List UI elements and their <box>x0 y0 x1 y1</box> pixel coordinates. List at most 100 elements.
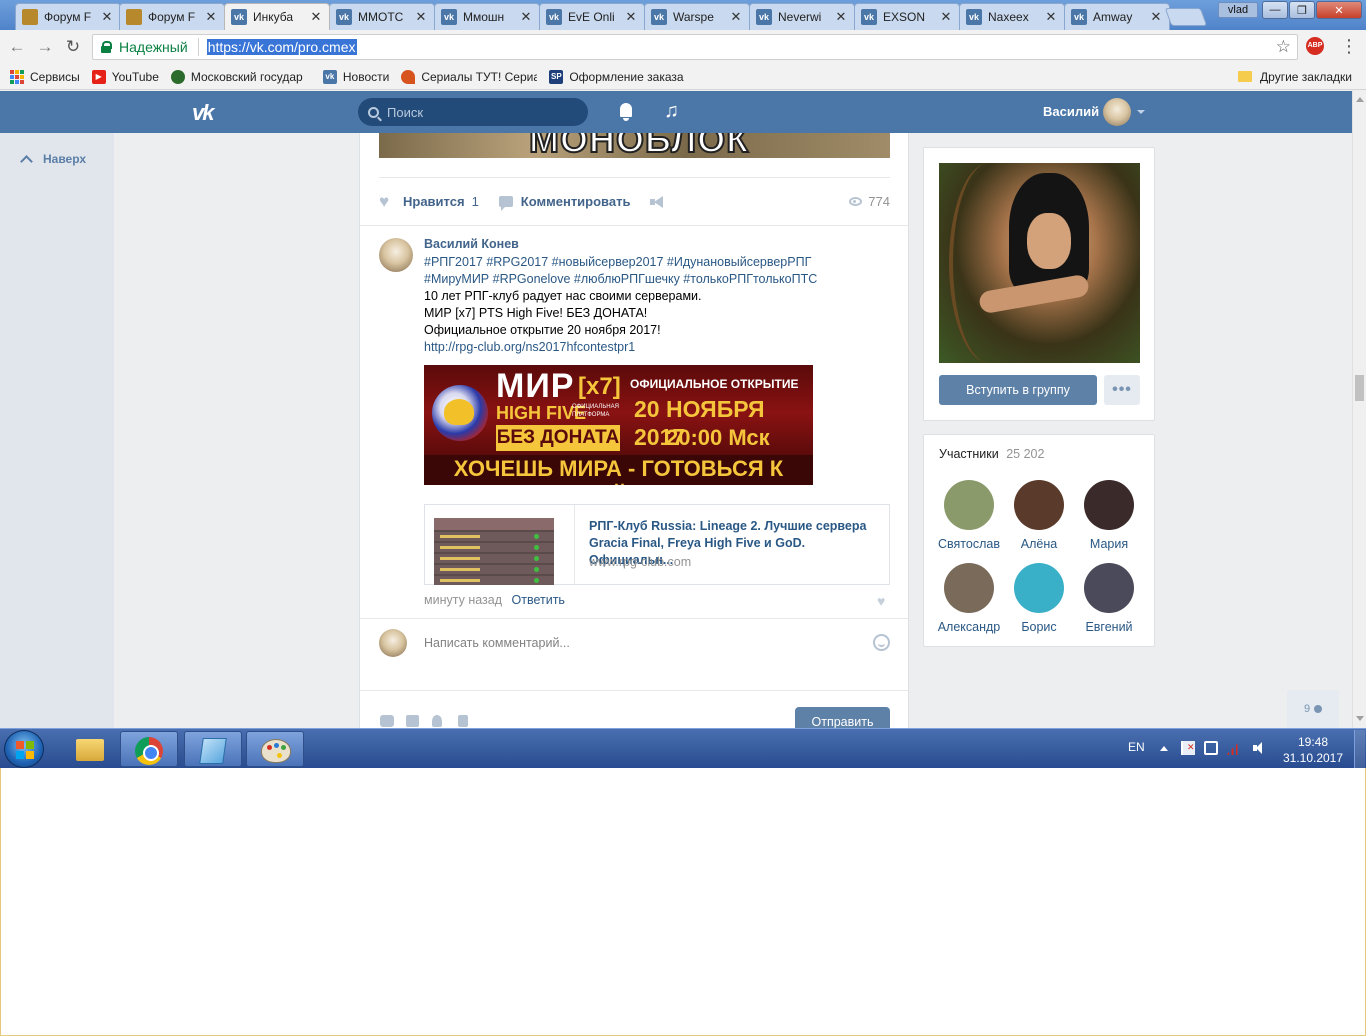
reload-icon[interactable]: ↻ <box>62 36 84 58</box>
profile-badge[interactable]: vlad <box>1218 2 1258 18</box>
scroll-up-icon[interactable] <box>1356 97 1364 102</box>
forward-arrow-icon[interactable]: → <box>34 36 56 58</box>
vk-username[interactable]: Василий <box>1043 104 1099 119</box>
more-options-button[interactable]: ••• <box>1104 375 1140 405</box>
join-group-button[interactable]: Вступить в группу <box>939 375 1097 405</box>
tab-close-icon[interactable]: ✕ <box>729 9 743 25</box>
avatar[interactable] <box>379 238 413 272</box>
reply-link[interactable]: Ответить <box>512 593 565 607</box>
address-bar[interactable]: Надежный https://vk.com/pro.cmex ☆ <box>92 34 1298 60</box>
music-icon[interactable]: ♫ <box>664 99 679 123</box>
window-close-button[interactable]: ✕ <box>1316 1 1362 19</box>
tab-active-incubator[interactable]: vk Инкуба ✕ <box>224 3 330 30</box>
tab-close-icon[interactable]: ✕ <box>519 9 533 25</box>
tab-forum-1[interactable]: Форум F ✕ <box>15 3 121 30</box>
vk-search-input[interactable]: Поиск <box>358 98 588 126</box>
comment-link[interactable]: http://rpg-club.org/ns2017hfcontestpr1 <box>424 339 894 356</box>
tab-amway[interactable]: vk Amway ✕ <box>1064 3 1170 30</box>
volume-icon[interactable] <box>1252 741 1266 755</box>
avatar[interactable] <box>1103 98 1131 126</box>
bookmark-services[interactable]: Сервисы <box>10 69 80 84</box>
tab-naxeex[interactable]: vk Naxeex ✕ <box>959 3 1065 30</box>
video-icon[interactable] <box>406 715 419 727</box>
bookmark-news[interactable]: vk Новости <box>322 69 389 84</box>
tab-mmotc[interactable]: vk MMOTC ✕ <box>329 3 435 30</box>
tab-eve-online[interactable]: vk EvE Onli ✕ <box>539 3 645 30</box>
maximize-button[interactable]: ❐ <box>1289 1 1315 19</box>
scroll-to-top[interactable]: Наверх <box>18 152 86 168</box>
member-item[interactable]: Алёна <box>1002 480 1076 551</box>
member-item[interactable]: Мария <box>1072 480 1146 551</box>
tab-neverwinter[interactable]: vk Neverwi ✕ <box>749 3 855 30</box>
member-item[interactable]: Святослав <box>932 480 1006 551</box>
tab-mmoshn[interactable]: vk Ммошн ✕ <box>434 3 540 30</box>
start-button[interactable] <box>4 730 44 768</box>
network-icon[interactable] <box>1226 741 1240 755</box>
post-image[interactable]: МОНОБЛОК <box>379 133 890 158</box>
tab-close-icon[interactable]: ✕ <box>100 9 114 25</box>
promo-banner[interactable]: МИР [x7] HIGH FIVE ОФИЦИАЛЬНАЯ ПЛАТФОРМА… <box>424 365 813 485</box>
show-desktop-button[interactable] <box>1354 730 1365 768</box>
other-bookmarks[interactable]: Другие закладки <box>1238 70 1352 84</box>
bell-icon[interactable] <box>618 103 634 121</box>
tab-warspear[interactable]: vk Warspe ✕ <box>644 3 750 30</box>
browser-menu-icon[interactable]: ⋮ <box>1340 36 1358 56</box>
tab-forum-2[interactable]: Форум F ✕ <box>119 3 225 30</box>
tab-exson[interactable]: vk EXSON ✕ <box>854 3 960 30</box>
chevron-down-icon[interactable] <box>1137 110 1145 114</box>
language-indicator[interactable]: EN <box>1128 740 1145 754</box>
taskbar-notepad[interactable] <box>184 731 242 767</box>
tab-close-icon[interactable]: ✕ <box>204 9 218 25</box>
tab-close-icon[interactable]: ✕ <box>414 9 428 25</box>
hashtag-link[interactable]: #МируМИР #RPGonelove #люблюРПГшечку #тол… <box>424 272 817 286</box>
member-item[interactable]: Борис <box>1002 563 1076 634</box>
bookmark-order[interactable]: SP Оформление заказа <box>549 69 684 84</box>
page-scrollbar[interactable] <box>1352 91 1366 728</box>
comment-author[interactable]: Василий Конев <box>424 237 519 251</box>
scrollbar-thumb[interactable] <box>1355 375 1364 401</box>
tab-close-icon[interactable]: ✕ <box>624 9 638 25</box>
minimize-button[interactable]: — <box>1262 1 1288 19</box>
comment-line: Официальное открытие 20 ноября 2017! <box>424 323 661 337</box>
tray-expand-icon[interactable] <box>1160 746 1168 751</box>
document-icon[interactable] <box>458 715 468 727</box>
tab-close-icon[interactable]: ✕ <box>939 9 953 25</box>
eagle-icon <box>444 399 474 425</box>
music-icon[interactable] <box>432 715 442 727</box>
vk-logo-icon[interactable]: vk <box>192 100 228 125</box>
like-button[interactable]: ♥ Нравится 1 <box>379 193 479 210</box>
taskbar-explorer[interactable] <box>60 731 118 767</box>
heart-icon[interactable]: ♥ <box>877 593 885 609</box>
camera-icon[interactable] <box>380 715 394 727</box>
member-item[interactable]: Евгений <box>1072 563 1146 634</box>
link-preview-card[interactable]: РПГ-Клуб Russia: Lineage 2. Лучшие серве… <box>424 504 890 585</box>
scroll-down-icon[interactable] <box>1356 716 1364 721</box>
member-item[interactable]: Александр <box>932 563 1006 634</box>
comment-button[interactable]: Комментировать <box>498 194 630 211</box>
taskbar-chrome[interactable] <box>120 731 178 767</box>
tab-close-icon[interactable]: ✕ <box>834 9 848 25</box>
members-header[interactable]: Участники 25 202 <box>939 447 1044 461</box>
smile-icon[interactable] <box>873 634 890 651</box>
taskbar-paint[interactable] <box>246 731 304 767</box>
tab-close-icon[interactable]: ✕ <box>1044 9 1058 25</box>
bookmark-msu[interactable]: Московский государ <box>170 69 311 84</box>
url-text[interactable]: https://vk.com/pro.cmex <box>206 39 357 55</box>
system-clock[interactable]: 19:48 31.10.2017 <box>1280 734 1346 766</box>
share-button[interactable] <box>650 195 664 208</box>
tab-close-icon[interactable]: ✕ <box>309 9 323 25</box>
bookmark-youtube[interactable]: ▶ YouTube <box>91 69 159 84</box>
group-photo[interactable] <box>939 163 1140 363</box>
bookmark-serials[interactable]: Сериалы ТУТ! Сериа <box>401 69 537 84</box>
new-tab-button[interactable] <box>1164 8 1208 26</box>
online-friends-button[interactable]: 9 <box>1287 690 1339 728</box>
hashtag-link[interactable]: #РПГ2017 #RPG2017 #новыйсервер2017 #Идун… <box>424 255 811 269</box>
battery-icon[interactable] <box>1204 741 1218 755</box>
bookmark-star-icon[interactable]: ☆ <box>1276 37 1291 57</box>
adblock-icon[interactable]: ABP <box>1306 37 1324 55</box>
comment-input[interactable] <box>414 627 894 659</box>
banner-title: МИР <box>496 367 575 405</box>
action-center-icon[interactable] <box>1181 741 1195 755</box>
tab-close-icon[interactable]: ✕ <box>1149 9 1163 25</box>
back-arrow-icon[interactable]: ← <box>6 36 28 58</box>
